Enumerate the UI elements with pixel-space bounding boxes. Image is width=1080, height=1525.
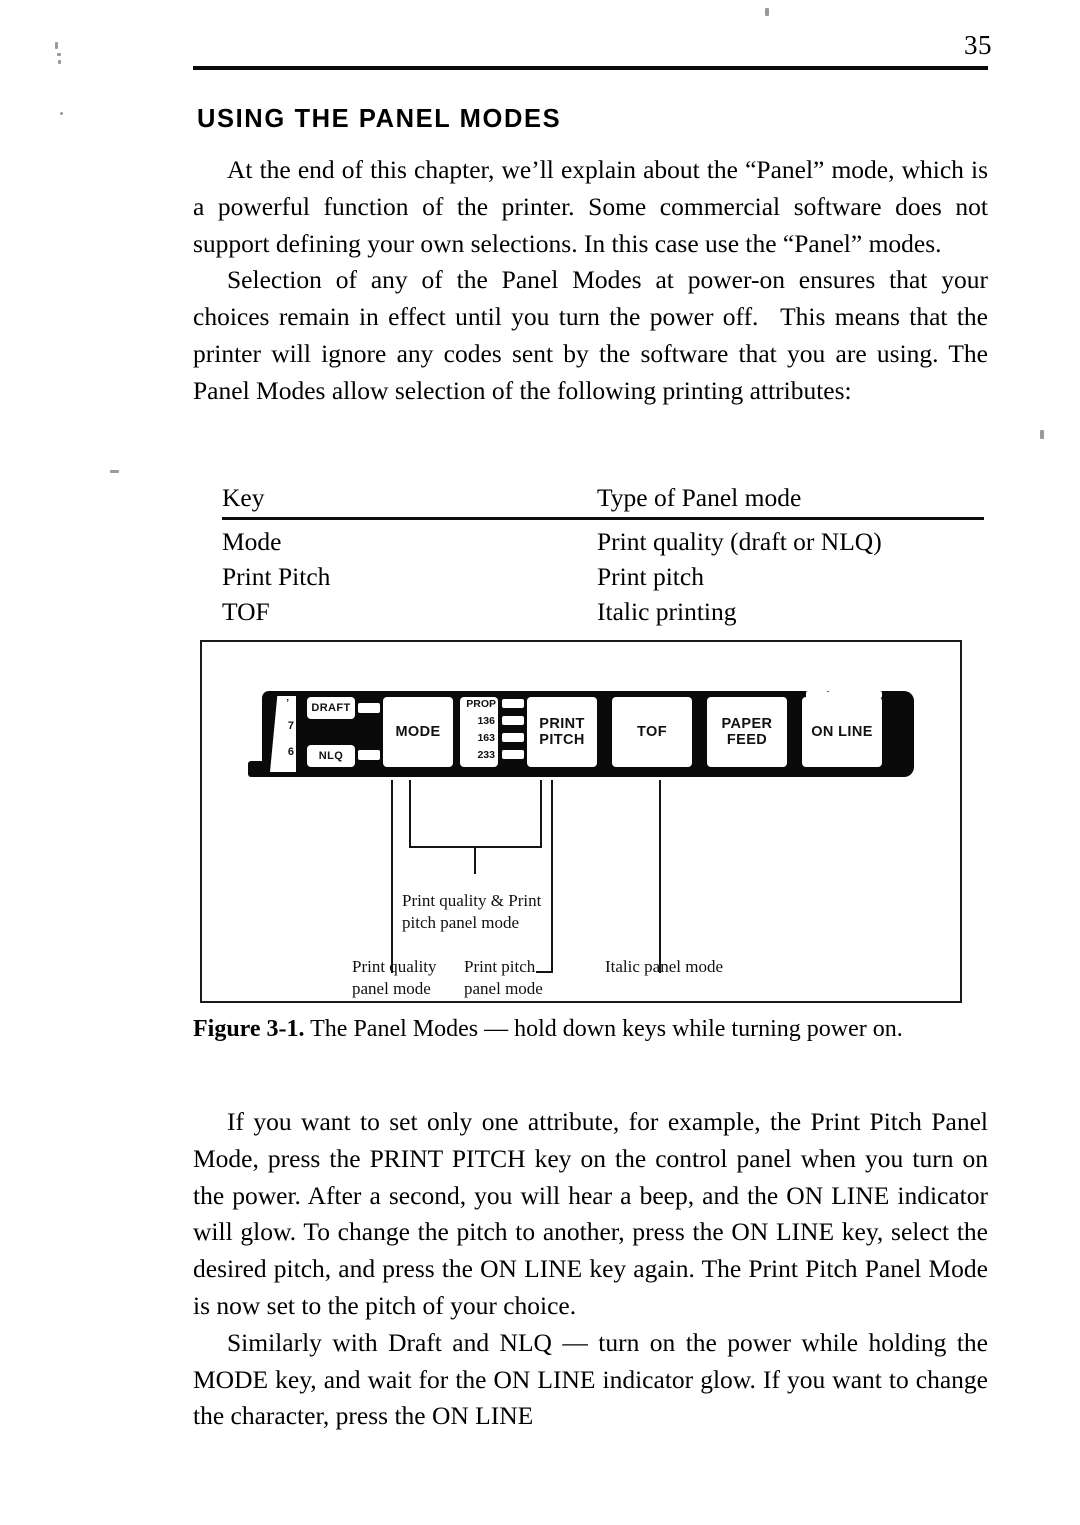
indicator-nlq: NLQ: [307, 745, 355, 767]
nlq-lamp: [358, 750, 380, 760]
figure-caption: Figure 3-1. The Panel Modes — hold down …: [193, 1013, 988, 1046]
key-mode[interactable]: MODE: [383, 697, 453, 767]
page-title: USING THE PANEL MODES: [197, 105, 562, 134]
scan-speckle: [1040, 430, 1044, 439]
table-cell-type: Print pitch: [597, 562, 704, 591]
callout-line2: panel mode: [352, 979, 431, 998]
key-tof[interactable]: TOF: [612, 697, 692, 767]
callout-line1: Print quality: [352, 957, 437, 976]
callout-italic-mode: Italic panel mode: [605, 957, 724, 976]
printer-control-panel-illustration: ’ 7 6 DRAFT NLQ MODE PROP 136 163 233 PR…: [248, 687, 914, 780]
figure-caption-text: The Panel Modes — hold down keys while t…: [310, 1016, 903, 1042]
leader-line-print-quality: [391, 780, 393, 973]
callout-line2: pitch panel mode: [402, 913, 520, 932]
bracket-left-arm: [409, 780, 411, 848]
paragraph-2: Selection of any of the Panel Modes at p…: [193, 265, 988, 405]
pitch-lamp: [502, 750, 524, 759]
scan-speckle: [57, 53, 61, 56]
table-header-row: Key Type of Panel mode: [222, 482, 984, 517]
callout-combined-mode: Print quality & Print pitch panel mode: [402, 890, 541, 934]
scale-mark: 7: [287, 720, 294, 732]
pitch-lamp: [502, 716, 524, 725]
table-cell-type: Print quality (draft or NLQ): [597, 527, 882, 556]
scan-speckle: [60, 112, 63, 115]
leader-line-italic: [659, 780, 661, 973]
key-label-line1: PRINT: [539, 715, 585, 732]
key-label-line1: PAPER: [721, 715, 773, 732]
key-paper-feed[interactable]: PAPER FEED: [707, 697, 787, 767]
pitch-indicator-plate: PROP 136 163 233: [460, 697, 498, 767]
table-cell-key: Print Pitch: [222, 562, 331, 591]
callout-print-quality-mode: Print quality panel mode: [352, 956, 437, 1000]
body-text-upper: At the end of this chapter, we’ll explai…: [193, 152, 988, 410]
scale-mark: 6: [287, 746, 294, 758]
scan-speckle: [58, 60, 61, 64]
key-print-pitch[interactable]: PRINT PITCH: [527, 697, 597, 767]
callout-line1: Print quality & Print: [402, 891, 542, 910]
figure-caption-label: Figure 3-1.: [193, 1016, 305, 1042]
paragraph-4: Similarly with Draft and NLQ — turn on t…: [193, 1327, 988, 1431]
on-line-lamp-indicator: [806, 691, 828, 701]
table-header-type: Type of Panel mode: [597, 483, 802, 512]
paragraph-3: If you want to set only one attribute, f…: [193, 1107, 988, 1320]
pitch-label: PROP: [466, 698, 496, 710]
figure-3-1: ’ 7 6 DRAFT NLQ MODE PROP 136 163 233 PR…: [200, 640, 962, 1003]
callout-line2: panel mode: [464, 979, 543, 998]
bracket-stem: [474, 846, 476, 874]
body-text-lower: If you want to set only one attribute, f…: [193, 1104, 988, 1435]
draft-lamp: [358, 703, 380, 713]
pitch-lamp: [502, 733, 524, 742]
table-row: Print Pitch Print pitch: [222, 561, 984, 596]
scale-mark: ’: [286, 698, 289, 709]
table-cell-key: Mode: [222, 527, 282, 556]
panel-mode-table: Key Type of Panel mode Mode Print qualit…: [222, 482, 984, 631]
scan-speckle: [110, 470, 119, 473]
pitch-lamp: [502, 699, 524, 708]
leader-line-print-pitch: [551, 780, 553, 973]
key-label-line2: PITCH: [539, 732, 585, 748]
pitch-label: 136: [477, 715, 495, 727]
indicator-draft: DRAFT: [307, 697, 355, 719]
header-rule: [193, 66, 988, 70]
paragraph-1: At the end of this chapter, we’ll explai…: [193, 155, 988, 258]
table-cell-key: TOF: [222, 597, 270, 626]
table-rule: [222, 517, 984, 520]
callout-line1: Print pitch: [464, 957, 536, 976]
key-label-line2: FEED: [726, 732, 768, 748]
scan-speckle: [55, 42, 58, 49]
table-row: Mode Print quality (draft or NLQ): [222, 526, 984, 561]
pitch-label: 163: [477, 732, 495, 744]
pitch-label: 233: [477, 749, 495, 761]
bracket-right-arm: [540, 780, 542, 848]
scan-speckle: [765, 8, 769, 16]
table-row: TOF Italic printing: [222, 596, 984, 631]
page-number: 35: [964, 30, 992, 60]
on-line-lamp-gap: [828, 691, 882, 698]
table-cell-type: Italic printing: [597, 597, 737, 626]
table-header-key: Key: [222, 483, 265, 512]
callout-print-pitch-mode: Print pitch panel mode: [464, 956, 543, 1000]
key-on-line[interactable]: ON LINE: [802, 697, 882, 767]
